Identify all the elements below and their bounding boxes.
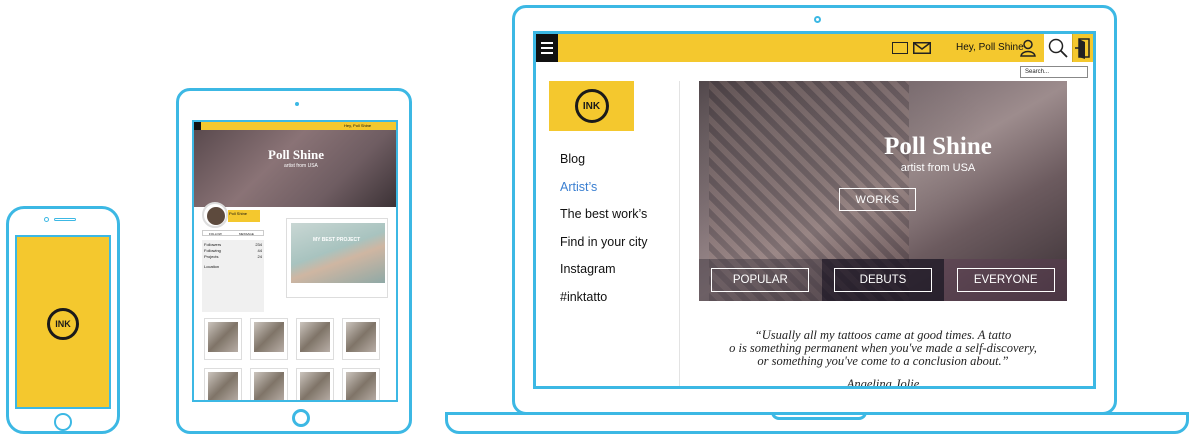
logo-text: INK — [582, 100, 601, 112]
folder-icon[interactable] — [892, 42, 908, 54]
tablet-stats-panel: Followers 234 Following 44 Projects 24 Loca… — [202, 240, 264, 312]
follow-button[interactable]: FOLLOW — [209, 232, 222, 236]
stat-value: 24 — [257, 254, 262, 259]
quote-text: “Usually all my tattoos came at good tim… — [699, 329, 1067, 368]
works-button[interactable]: WORKS — [839, 188, 916, 211]
sidebar-item-instagram[interactable]: Instagram — [560, 261, 648, 289]
thumbnail[interactable] — [250, 368, 288, 400]
hero-artist-name: Poll Shine — [884, 133, 992, 160]
phone-speaker — [54, 218, 76, 221]
sidebar-divider — [679, 81, 680, 386]
ink-logo-panel[interactable]: INK — [549, 81, 634, 131]
sidebar-item-best-works[interactable]: The best work’s — [560, 206, 648, 234]
exit-icon — [1075, 38, 1090, 59]
phone-camera — [44, 217, 49, 222]
tablet-profile-name: Poll Shine — [229, 211, 248, 216]
tablet-profile-name-card: Poll Shine — [228, 210, 260, 222]
ink-logo: INK — [47, 308, 79, 340]
tablet-action-row: FOLLOW MESSAGE — [202, 230, 264, 236]
tablet-project-card[interactable]: MY BEST PROJECT — [286, 218, 388, 298]
hero-artist-subtitle: artist from USA — [900, 162, 976, 174]
hero-banner: Poll Shine artist from USA WORKS POPULAR… — [699, 81, 1068, 301]
phone-home-button[interactable] — [54, 413, 72, 431]
menu-icon[interactable] — [536, 34, 558, 62]
laptop-base — [445, 412, 1189, 434]
ink-logo: INK — [574, 89, 609, 123]
category-strip: POPULAR DEBUTS EVERYONE — [699, 259, 1068, 301]
quote-line: or something you've come to a conclusion… — [757, 354, 1009, 368]
tablet-home-button[interactable] — [292, 409, 310, 427]
project-image — [291, 223, 385, 283]
laptop-screen: Hey, Poll Shine Search... INK Blog Artis… — [533, 31, 1096, 389]
popular-button[interactable]: POPULAR — [711, 268, 810, 292]
stat-row: Projects 24 — [204, 254, 262, 260]
debuts-button[interactable]: DEBUTS — [834, 268, 932, 292]
user-greeting[interactable]: Hey, Poll Shine — [956, 42, 1024, 53]
stat-label: Projects — [204, 254, 219, 259]
tablet-hero-name: Poll Shine — [268, 147, 324, 162]
thumbnail[interactable] — [296, 318, 334, 360]
user-icon[interactable] — [1020, 39, 1036, 57]
thumbnail[interactable] — [342, 368, 380, 400]
thumbnail[interactable] — [204, 318, 242, 360]
tablet-device: Hey, Poll Shine Poll Shine artist from U… — [176, 88, 412, 434]
sidebar-item-find-city[interactable]: Find in your city — [560, 234, 648, 262]
avatar[interactable] — [202, 202, 228, 228]
avatar-photo — [207, 207, 225, 225]
search-icon — [1048, 38, 1068, 58]
search-input[interactable]: Search... — [1020, 66, 1088, 78]
menu-icon[interactable] — [194, 122, 201, 130]
thumbnail[interactable] — [342, 318, 380, 360]
quote-author: Angelina Jolie — [846, 377, 920, 389]
thumbnail[interactable] — [250, 318, 288, 360]
logo-text: INK — [55, 319, 71, 329]
sidebar-item-blog[interactable]: Blog — [560, 151, 648, 179]
message-button[interactable]: MESSAGE — [239, 232, 254, 236]
category-tile-everyone: EVERYONE — [944, 259, 1068, 301]
tablet-hero-subtitle: artist from USA — [284, 163, 318, 169]
mail-icon[interactable] — [913, 42, 931, 54]
sidebar-item-artists[interactable]: Artist’s — [560, 179, 648, 207]
tablet-camera — [295, 102, 299, 106]
category-tile-debuts: DEBUTS — [821, 259, 945, 301]
sidebar-item-inktatto[interactable]: #inktatto — [560, 289, 648, 317]
tablet-thumbnail-grid — [204, 318, 384, 400]
everyone-button[interactable]: EVERYONE — [956, 268, 1055, 292]
tablet-screen: Hey, Poll Shine Poll Shine artist from U… — [192, 120, 398, 402]
phone-screen: INK — [15, 235, 111, 409]
project-title: MY BEST PROJECT — [313, 237, 361, 243]
laptop-camera — [814, 16, 821, 23]
thumbnail[interactable] — [204, 368, 242, 400]
category-tile-popular: POPULAR — [699, 259, 822, 301]
location-label: Location — [204, 264, 220, 269]
search-button[interactable] — [1044, 34, 1072, 62]
thumbnail[interactable] — [296, 368, 334, 400]
laptop-device: Hey, Poll Shine Search... INK Blog Artis… — [512, 5, 1117, 415]
phone-device: INK — [6, 206, 120, 434]
laptop-notch — [771, 412, 867, 420]
exit-button[interactable] — [1072, 34, 1093, 62]
sidebar-nav: Blog Artist’s The best work’s Find in yo… — [560, 151, 648, 316]
tablet-greeting: Hey, Poll Shine — [344, 123, 372, 128]
